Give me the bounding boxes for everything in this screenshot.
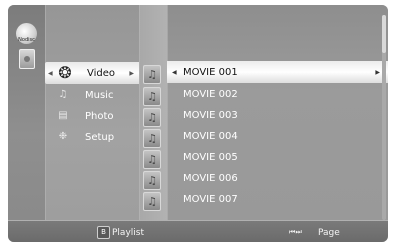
column-divider (139, 5, 140, 220)
category-item-video[interactable]: ◀ ❂ Video ▶ (45, 62, 139, 84)
list-item[interactable]: MOVIE 006 (167, 168, 388, 188)
list-item[interactable]: MOVIE 004 (167, 126, 388, 146)
category-label: Photo (85, 110, 114, 122)
music-file-icon: ♫ (143, 87, 161, 106)
music-file-icon: ♫ (143, 108, 161, 127)
list-item-title: MOVIE 002 (183, 88, 238, 100)
list-item-title: MOVIE 005 (183, 151, 238, 163)
list-item[interactable]: ◀ MOVIE 001 ▶ (167, 61, 388, 83)
usb-device-icon[interactable] (19, 49, 35, 69)
music-note-icon: ♫ (58, 89, 68, 100)
music-file-icon: ♫ (143, 65, 161, 84)
right-arrow-icon: ▶ (375, 68, 380, 76)
music-file-icon: ♫ (143, 171, 161, 190)
list-item-title: MOVIE 003 (183, 109, 238, 121)
right-arrow-icon: ▶ (129, 69, 134, 77)
category-item-photo[interactable]: ▤ Photo (45, 106, 139, 126)
skip-prev-next-icon: ⏮ ⏭ (289, 228, 302, 236)
music-file-icon: ♫ (143, 192, 161, 211)
category-label: Setup (85, 131, 115, 143)
left-arrow-icon: ◀ (172, 68, 177, 76)
music-file-icon: ♫ (143, 129, 161, 148)
list-item-title: MOVIE 004 (183, 130, 238, 142)
list-item[interactable]: MOVIE 003 (167, 105, 388, 125)
music-file-icon: ♫ (143, 150, 161, 169)
photo-icon: ▤ (58, 110, 68, 121)
film-reel-icon: ❂ (58, 63, 72, 82)
list-item-title: MOVIE 001 (183, 66, 238, 78)
list-item[interactable]: MOVIE 002 (167, 84, 388, 104)
disc-device-icon[interactable]: Nodisc (16, 23, 37, 44)
gear-icon: ❉ (58, 131, 68, 142)
left-arrow-icon: ◀ (48, 69, 53, 77)
page-label: Page (318, 228, 340, 238)
media-browser-screen: Nodisc ◀ ❂ Video ▶ ♫ Music ▤ Photo ❉ Set… (8, 5, 388, 242)
category-label: Video (87, 67, 116, 79)
list-item-title: MOVIE 007 (183, 193, 238, 205)
list-item[interactable]: MOVIE 005 (167, 147, 388, 167)
category-item-music[interactable]: ♫ Music (45, 85, 139, 105)
category-item-setup[interactable]: ❉ Setup (45, 127, 139, 147)
category-label: Music (85, 89, 114, 101)
footer-bar: B Playlist ⏮ ⏭ Page (8, 220, 388, 242)
playlist-label: Playlist (112, 228, 144, 238)
scrollbar-thumb[interactable] (382, 15, 386, 53)
list-item-title: MOVIE 006 (183, 172, 238, 184)
disc-status-label: Nodisc (18, 37, 35, 43)
b-key-icon: B (97, 226, 110, 239)
list-item[interactable]: MOVIE 007 (167, 189, 388, 209)
